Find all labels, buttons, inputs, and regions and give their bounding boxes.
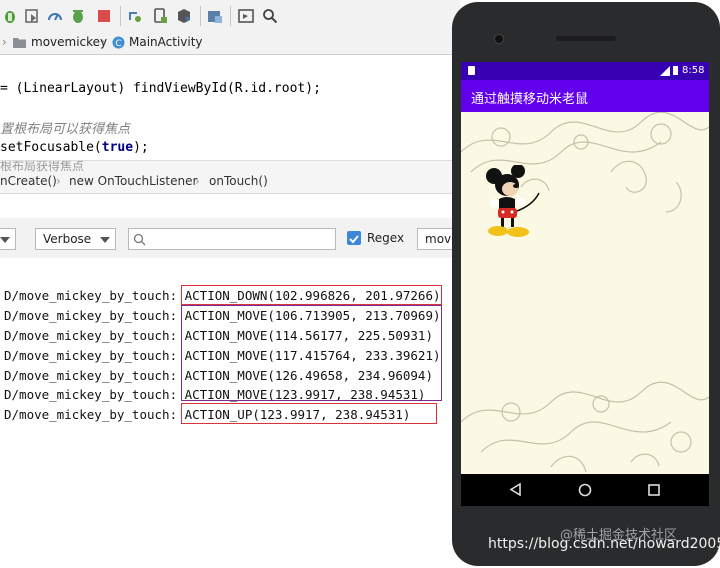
breadcrumb-separator: › [195,174,200,188]
class-icon: C [112,36,125,49]
structure-breadcrumb: 根布局获得焦点 nCreate() › new OnTouchListener … [0,160,460,194]
breadcrumb-project[interactable]: movemickey [31,35,107,49]
code-keyword: true [101,140,134,155]
log-line: D/move_mickey_by_touch: ACTION_UP(123.99… [4,407,410,422]
apply-changes-icon[interactable] [70,8,86,24]
log-message: ACTION_MOVE(126.49658, 234.96094) [184,368,433,383]
project-structure-icon[interactable] [207,8,223,24]
log-message: ACTION_MOVE(114.56177, 225.50931) [184,328,433,343]
breadcrumb-separator: › [2,35,7,49]
log-line: D/move_mickey_by_touch: ACTION_DOWN(102.… [4,288,441,303]
log-tag: D/move_mickey_by_touch: [4,348,178,363]
layout-inspector-icon[interactable] [238,8,254,24]
battery-icon [673,66,678,75]
log-message: ACTION_DOWN(102.996826, 201.97266) [184,288,441,303]
back-icon[interactable] [509,483,521,496]
toolbar-separator [120,6,121,26]
svg-text:C: C [115,39,121,49]
code-line-set-focusable: setFocusable(true); [0,140,149,155]
phone-screen[interactable]: 8:58 通过触摸移动米老鼠 [461,62,709,474]
log-line: D/move_mickey_by_touch: ACTION_MOVE(117.… [4,348,441,363]
app-title: 通过触摸移动米老鼠 [471,92,589,107]
home-icon[interactable] [578,483,592,497]
breadcrumb-separator: › [56,174,61,188]
watermark-overlay: @稀土掘金技术社区 [560,528,678,543]
log-tag: D/move_mickey_by_touch: [4,407,178,422]
comment-text: 置根布局可以获得焦点 [0,122,131,137]
log-level-dropdown[interactable]: Verbose [35,228,116,250]
ide-toolbar [0,0,460,33]
log-line: D/move_mickey_by_touch: ACTION_MOVE(123.… [4,387,425,402]
sync-gradle-icon[interactable] [127,8,143,24]
logcat-filter-bar: Verbose Regex move [0,218,477,258]
folder-icon [13,38,26,48]
log-line: D/move_mickey_by_touch: ACTION_MOVE(126.… [4,368,433,383]
code-editor[interactable]: = (LinearLayout) findViewById(R.id.root)… [0,78,460,160]
attach-debugger-icon[interactable] [24,8,40,24]
code-line-find-view: = (LinearLayout) findViewById(R.id.root)… [0,81,321,96]
ghost-comment-text: 根布局获得焦点 [0,160,85,173]
breadcrumb-touch-listener[interactable]: new OnTouchListener [69,174,197,188]
profiler-icon[interactable] [47,8,63,24]
log-tag: D/move_mickey_by_touch: [4,387,178,402]
breadcrumb-method-oncreate[interactable]: nCreate() [0,174,57,188]
log-level-value: Verbose [43,232,92,246]
log-tag: D/move_mickey_by_touch: [4,368,178,383]
search-icon [133,233,146,246]
navigation-bar: › movemickey › C MainActivity [0,32,460,55]
breadcrumb-separator: › [101,35,106,49]
code-call: setFocusable( [0,140,102,155]
log-message: ACTION_MOVE(106.713905, 213.70969) [184,308,441,323]
log-message: ACTION_MOVE(117.415764, 233.39621) [184,348,441,363]
log-line: D/move_mickey_by_touch: ACTION_MOVE(114.… [4,328,433,343]
signal-icon [660,66,670,76]
status-bar: 8:58 [461,62,709,80]
camera-icon [494,34,504,44]
android-navigation-bar [461,474,709,506]
log-tag: D/move_mickey_by_touch: [4,328,178,343]
chevron-down-icon [0,237,10,243]
code-suffix: ); [133,140,149,155]
search-icon[interactable] [262,8,278,24]
code-comment: 置根布局可以获得焦点 [0,118,130,137]
debug-icon[interactable] [2,8,18,24]
log-tag: D/move_mickey_by_touch: [4,288,178,303]
chevron-down-icon [100,237,110,243]
avd-manager-icon[interactable] [152,8,168,24]
regex-checkbox[interactable] [347,231,361,245]
toolbar-separator [200,6,201,26]
logcat-output: D/move_mickey_by_touch: ACTION_DOWN(102.… [0,280,460,568]
toolbar-separator [230,6,231,26]
regex-label: Regex [367,231,405,245]
log-line: D/move_mickey_by_touch: ACTION_MOVE(106.… [4,308,441,323]
status-time: 8:58 [682,65,705,76]
stop-icon[interactable] [96,8,112,24]
log-message: ACTION_MOVE(123.9917, 238.94531) [184,387,426,402]
app-bar: 通过触摸移动米老鼠 [461,80,709,112]
breadcrumb-method-ontouch[interactable]: onTouch() [209,174,268,188]
speaker-grille [556,36,616,41]
recents-icon[interactable] [648,484,660,496]
sdk-manager-icon[interactable] [176,8,192,24]
mickey-mouse-image[interactable] [485,165,547,239]
log-message: ACTION_UP(123.9917, 238.94531) [184,407,411,422]
sd-card-icon [468,66,475,75]
breadcrumb-file[interactable]: MainActivity [129,35,203,49]
logcat-search-input[interactable] [128,228,336,250]
device-dropdown[interactable] [0,228,16,250]
check-icon [349,235,359,244]
watermark: @稀土掘金技术社区 https://blog.csdn.net/howard20… [488,528,720,552]
log-tag: D/move_mickey_by_touch: [4,308,178,323]
